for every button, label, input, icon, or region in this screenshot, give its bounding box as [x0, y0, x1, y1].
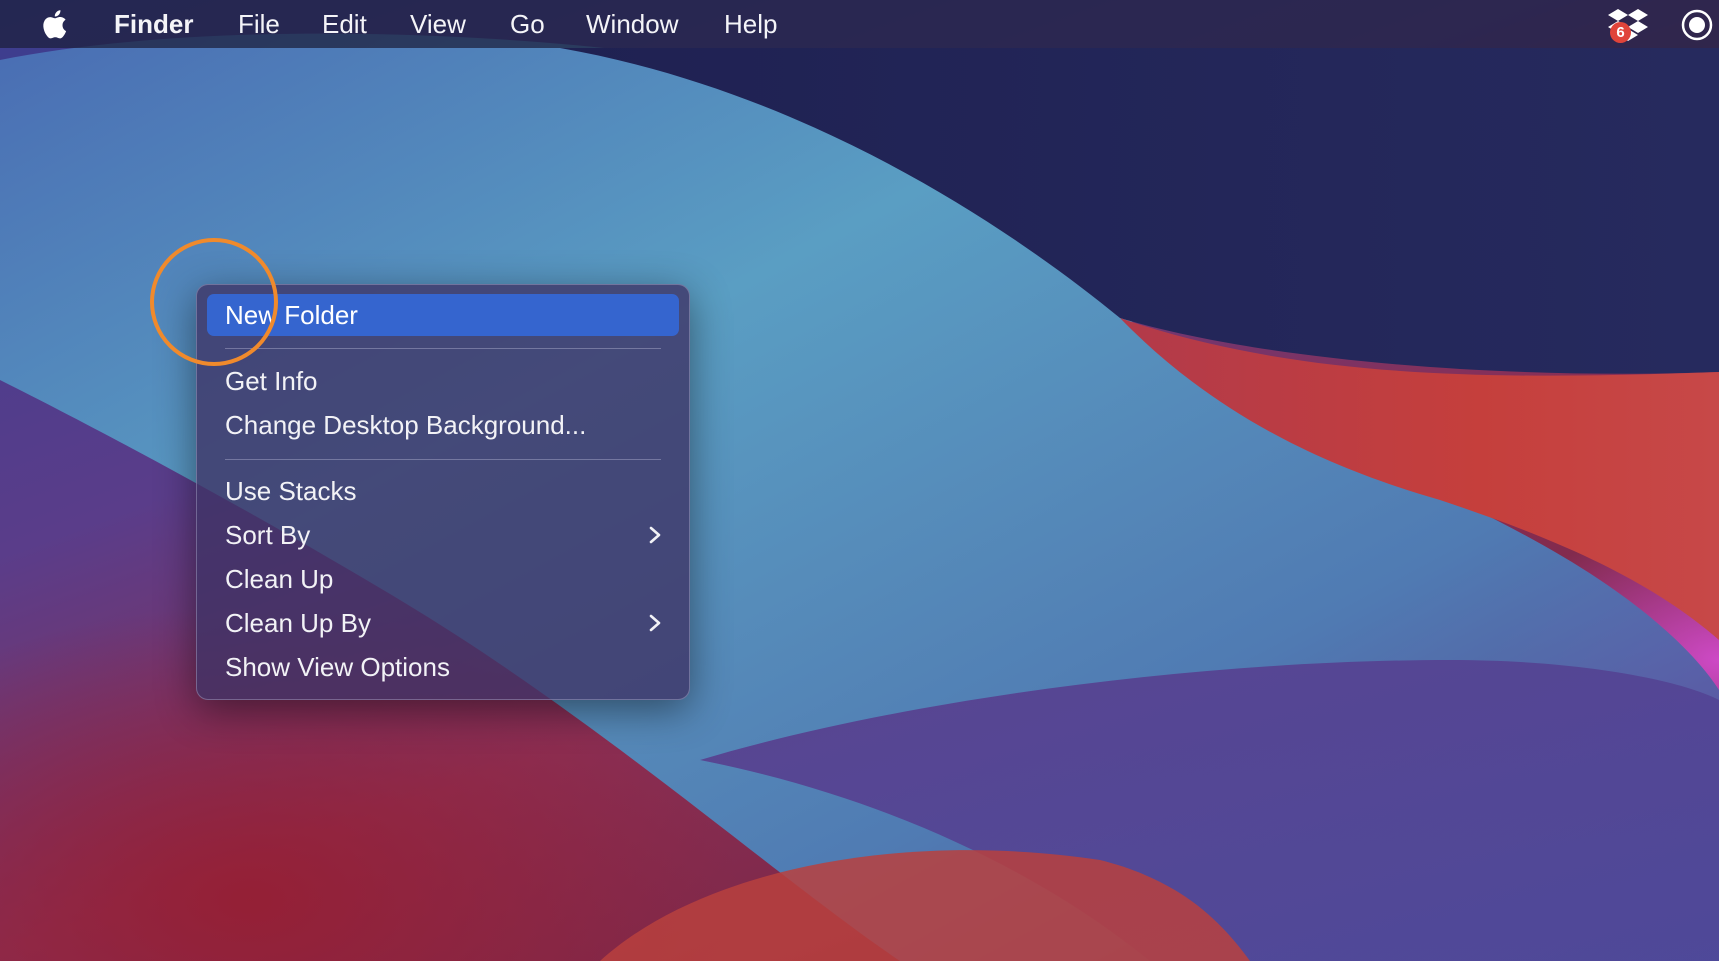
menu-item-label: Change Desktop Background... [225, 410, 587, 440]
menu-item-get-info[interactable]: Get Info [207, 360, 679, 402]
menu-item-use-stacks[interactable]: Use Stacks [207, 470, 679, 512]
menu-separator [225, 348, 661, 349]
menu-item-clean-up-by[interactable]: Clean Up By [207, 602, 679, 644]
menu-item-label: Get Info [225, 366, 318, 396]
menu-item-label: Clean Up [225, 564, 334, 594]
menu-view[interactable]: View [410, 8, 466, 40]
menu-item-clean-up[interactable]: Clean Up [207, 558, 679, 600]
menu-bar: Finder File Edit View Go Window Help 6 [0, 0, 1719, 48]
highlight-annotation-circle [150, 238, 278, 366]
menu-item-sort-by[interactable]: Sort By [207, 514, 679, 556]
desktop[interactable]: Finder File Edit View Go Window Help 6 N… [0, 0, 1719, 961]
menu-item-change-desktop-background[interactable]: Change Desktop Background... [207, 404, 679, 446]
menu-separator [225, 459, 661, 460]
menu-file[interactable]: File [238, 8, 280, 40]
menu-item-label: Use Stacks [225, 476, 357, 506]
apple-menu-icon[interactable] [40, 7, 72, 41]
chevron-right-icon [649, 614, 661, 632]
screen-record-icon[interactable] [1680, 8, 1714, 42]
menu-edit[interactable]: Edit [322, 8, 367, 40]
dropbox-badge: 6 [1610, 22, 1631, 43]
menu-item-label: Sort By [225, 520, 311, 550]
menu-item-show-view-options[interactable]: Show View Options [207, 646, 679, 688]
menu-help[interactable]: Help [724, 8, 777, 40]
menu-finder[interactable]: Finder [114, 8, 193, 40]
menu-item-label: Clean Up By [225, 608, 371, 638]
menu-window[interactable]: Window [586, 8, 678, 40]
desktop-context-menu: New Folder Get Info Change Desktop Backg… [196, 284, 690, 700]
menu-item-label: Show View Options [225, 652, 450, 682]
chevron-right-icon [649, 526, 661, 544]
menu-go[interactable]: Go [510, 8, 545, 40]
